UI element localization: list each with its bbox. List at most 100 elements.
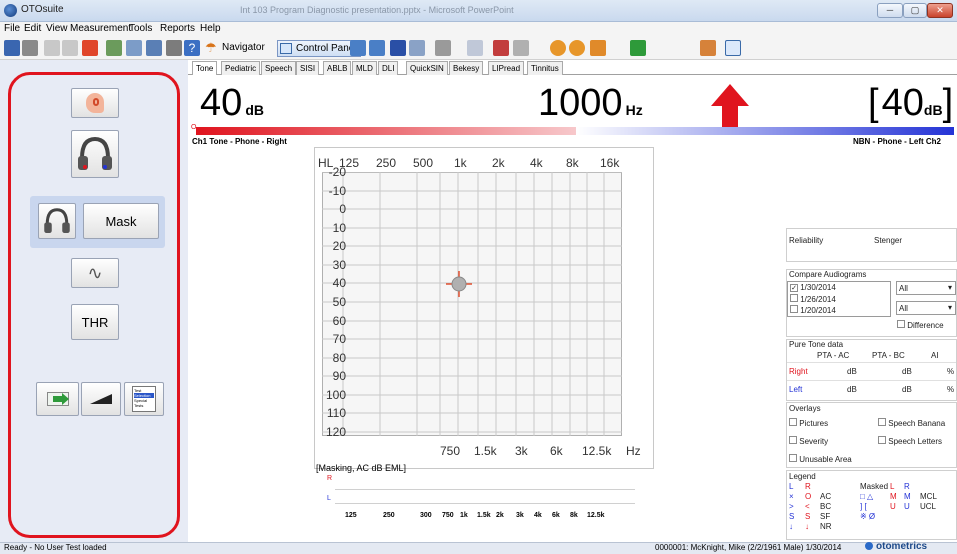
- legend-cell: ※ Ø: [860, 512, 876, 521]
- overlay-unusable-area[interactable]: Unusable Area: [789, 454, 852, 464]
- notes-icon[interactable]: [513, 40, 529, 56]
- date-checkbox-2[interactable]: [790, 294, 798, 302]
- export-icon[interactable]: [630, 40, 646, 56]
- difference-option[interactable]: Difference: [897, 320, 944, 330]
- tab-mld[interactable]: MLD: [352, 61, 377, 75]
- date-checkbox-1[interactable]: ✓: [790, 284, 798, 292]
- grid-icon[interactable]: [467, 40, 483, 56]
- tab-speech[interactable]: Speech: [261, 61, 297, 75]
- compare-icon[interactable]: [126, 40, 142, 56]
- overlay-severity-label: Severity: [799, 437, 829, 446]
- minimize-button[interactable]: ─: [877, 3, 903, 18]
- left-bc-unit: dB: [902, 385, 912, 394]
- pdf-icon[interactable]: [493, 40, 509, 56]
- overlay-speech-banana-checkbox[interactable]: [878, 418, 886, 426]
- menu-reports[interactable]: Reports: [160, 23, 195, 34]
- person-icon[interactable]: [700, 40, 716, 56]
- left-ear-row: [787, 380, 956, 398]
- overlay-severity[interactable]: Severity: [789, 436, 828, 446]
- date-checkbox-3[interactable]: [790, 305, 798, 313]
- tab-ablb[interactable]: ABLB: [323, 61, 352, 75]
- undo-icon[interactable]: [44, 40, 60, 56]
- overlay-speech-banana[interactable]: Speech Banana: [878, 418, 945, 428]
- headphones-icon[interactable]: [550, 40, 566, 56]
- masking-freq-6k: 6k: [552, 512, 560, 519]
- navigator-button[interactable]: Navigator: [222, 42, 265, 53]
- maximize-button[interactable]: ▢: [903, 3, 927, 18]
- legend-cell: ×: [789, 492, 794, 501]
- overlay-pictures-checkbox[interactable]: [789, 418, 797, 426]
- menu-help[interactable]: Help: [200, 23, 221, 34]
- hz-label: Hz: [626, 444, 641, 458]
- legend-cell: S: [805, 512, 811, 521]
- level-tick: 50: [332, 295, 346, 309]
- patient-icon[interactable]: [590, 40, 606, 56]
- close-button[interactable]: ✕: [927, 3, 953, 18]
- headset-icon[interactable]: [569, 40, 585, 56]
- threshold-cursor[interactable]: [446, 271, 472, 297]
- network-icon[interactable]: [435, 40, 451, 56]
- chevron-down-icon: ▾: [947, 283, 952, 292]
- masking-freq-12-5k: 12.5k: [587, 512, 605, 519]
- compare-select-1[interactable]: All ▾: [896, 281, 956, 295]
- control-panel-button[interactable]: Control Panel: [277, 40, 361, 57]
- legend-cell: L: [789, 482, 794, 491]
- control-panel-label: Control Panel: [296, 43, 357, 54]
- date-row-2[interactable]: 1/26/2014: [790, 294, 836, 304]
- menu-edit[interactable]: Edit: [24, 23, 41, 34]
- report-icon[interactable]: [146, 40, 162, 56]
- level-tick: 40: [332, 276, 346, 290]
- print-icon[interactable]: [22, 40, 38, 56]
- legend-cell: O: [805, 492, 812, 501]
- help-icon[interactable]: ?: [184, 40, 200, 56]
- display-icon[interactable]: [409, 40, 425, 56]
- tab-lipread[interactable]: LIPread: [488, 61, 525, 75]
- overlay-pictures[interactable]: Pictures: [789, 418, 828, 428]
- masking-freq-1-5k: 1.5k: [477, 512, 491, 519]
- date-row-1[interactable]: ✓ 1/30/2014: [790, 283, 836, 292]
- level-tick: 10: [332, 221, 346, 235]
- overlay-severity-checkbox[interactable]: [789, 436, 797, 444]
- channel-link-icon[interactable]: [350, 40, 366, 56]
- compare-select-2[interactable]: All ▾: [896, 301, 956, 315]
- left-ai-unit: %: [947, 385, 955, 394]
- right-bc-unit: dB: [902, 367, 912, 376]
- ch2-level-bar: [576, 127, 954, 135]
- tab-bekesy[interactable]: Bekesy: [449, 61, 484, 75]
- difference-checkbox[interactable]: [897, 320, 905, 328]
- menu-tools[interactable]: Tools: [129, 23, 152, 34]
- tab-pediatric[interactable]: Pediatric: [221, 61, 261, 75]
- redo-icon[interactable]: [62, 40, 78, 56]
- status-left-text: Ready - No User Test loaded: [4, 543, 107, 552]
- ch2-level-readout: [ 40dB]: [868, 84, 953, 122]
- shield-icon[interactable]: [390, 40, 406, 56]
- ch1-level-bar: [196, 127, 576, 135]
- date-label-1: 1/30/2014: [800, 283, 836, 292]
- menu-view[interactable]: View: [46, 23, 68, 34]
- date-row-3[interactable]: 1/20/2014: [790, 305, 836, 315]
- save-icon[interactable]: [4, 40, 20, 56]
- tab-sisi[interactable]: SISI: [296, 61, 320, 75]
- overlay-speech-letters[interactable]: Speech Letters: [878, 436, 942, 446]
- ch2-label: NBN - Phone - Left Ch2: [853, 137, 941, 146]
- legend-cell: Masked: [860, 482, 889, 491]
- screen-icon[interactable]: [166, 40, 182, 56]
- overlay-speech-letters-checkbox[interactable]: [878, 436, 886, 444]
- ear-tool-icon[interactable]: [82, 40, 98, 56]
- test-selection-icon[interactable]: [725, 40, 741, 56]
- tab-tone[interactable]: Tone: [192, 61, 218, 75]
- edit-icon[interactable]: [106, 40, 122, 56]
- tab-quicksin[interactable]: QuickSIN: [406, 61, 448, 75]
- pta-bc-label: PTA - BC: [872, 351, 905, 360]
- level-tick: 0: [339, 202, 346, 216]
- brand-logo-icon: [865, 542, 873, 550]
- channel-swap-icon[interactable]: [369, 40, 385, 56]
- masking-freq-1k: 1k: [460, 512, 468, 519]
- overlay-unusable-area-checkbox[interactable]: [789, 454, 797, 462]
- menu-measurement[interactable]: Measurement: [70, 23, 131, 34]
- menu-file[interactable]: File: [4, 23, 20, 34]
- tab-dli[interactable]: DLI: [378, 61, 399, 75]
- masking-freq-4k: 4k: [534, 512, 542, 519]
- masking-r-label: R: [327, 475, 333, 482]
- tab-tinnitus[interactable]: Tinnitus: [527, 61, 563, 75]
